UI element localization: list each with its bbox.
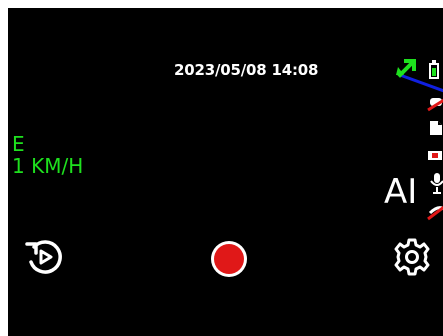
datetime-stamp: 2023/05/08 14:08 — [174, 61, 319, 79]
microphone-icon — [430, 173, 443, 194]
ai-indicator: AI — [384, 172, 418, 212]
record-button[interactable] — [207, 237, 251, 281]
wifi-off-icon — [427, 205, 443, 221]
gear-icon — [394, 238, 430, 276]
mic-off-icon — [427, 98, 443, 112]
camera-preview: 2023/05/08 14:08 E 1 KM/H AI — [8, 8, 443, 336]
speed-readout: 1 KM/H — [12, 154, 84, 178]
record-icon — [211, 241, 247, 277]
gps-signal-icon — [396, 59, 416, 78]
replay-button[interactable] — [22, 235, 66, 279]
dashcam-screen: 2023/05/08 14:08 E 1 KM/H AI — [0, 0, 443, 336]
replay-icon — [25, 240, 62, 274]
sd-card-icon — [428, 151, 442, 160]
heading-direction: E — [12, 132, 25, 156]
file-icon — [430, 121, 442, 135]
settings-button[interactable] — [390, 235, 434, 279]
battery-icon — [429, 60, 439, 79]
